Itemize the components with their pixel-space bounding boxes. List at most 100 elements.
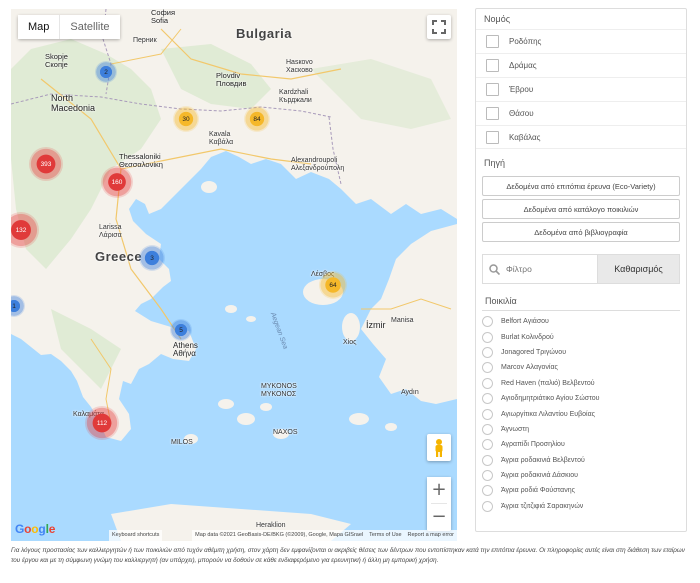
prefecture-checkbox-row[interactable]: Ροδόπης (476, 29, 686, 53)
marker-cluster[interactable]: 2 (95, 61, 117, 83)
city-label-sofia: София Sofia (151, 9, 176, 25)
variety-label: Άγνωστη (501, 425, 529, 433)
variety-radio-row[interactable]: Άγρια ροδιά Φούστανης (482, 483, 680, 498)
variety-radio-row[interactable]: Άγρια ροδακινιά Βελβεντού (482, 453, 680, 468)
variety-list: Belfort Αγιάσου Burlat Κολινδρού Jonagor… (482, 314, 680, 514)
variety-radio-row[interactable]: Red Haven (παλιό) Βελβεντού (482, 376, 680, 391)
marker-cluster[interactable]: 3 (139, 245, 165, 271)
search-icon (489, 263, 500, 275)
radio-button[interactable] (482, 362, 493, 374)
city-label-kavala: Kavala Καβάλα (209, 131, 234, 146)
city-label-kardzhali: Kardzhali Кърджали (279, 89, 312, 104)
city-label-heraklion: Heraklion (256, 522, 286, 529)
city-label-manisa: Manisa (391, 317, 414, 324)
checkbox-label: Καβάλας (509, 132, 541, 142)
country-label-greece: Greece (95, 249, 143, 264)
marker-cluster[interactable]: 5 (170, 319, 192, 341)
street-view-pegman-button[interactable] (427, 434, 451, 461)
variety-radio-row[interactable]: Marcov Αλαγονίας (482, 360, 680, 375)
radio-button[interactable] (482, 423, 493, 435)
marker-cluster[interactable]: 30 (173, 106, 199, 132)
variety-radio-row[interactable]: Jonagored Τριγώνου (482, 345, 680, 360)
map-canvas[interactable]: Bulgaria Greece Aegean Sea София Sofia S… (11, 9, 457, 541)
marker-cluster[interactable]: 393 (29, 147, 63, 181)
radio-button[interactable] (482, 331, 493, 343)
island-label-milos: MILOS (171, 439, 193, 446)
variety-label: Red Haven (παλιό) Βελβεντού (501, 379, 595, 387)
checkbox[interactable] (486, 59, 499, 72)
map-type-map-button[interactable]: Map (18, 15, 60, 39)
radio-button[interactable] (482, 500, 493, 512)
checkbox-label: Ροδόπης (509, 37, 542, 46)
variety-radio-row[interactable]: Άγνωστη (482, 422, 680, 437)
checkbox[interactable] (486, 107, 499, 120)
radio-button[interactable] (482, 393, 493, 405)
radio-button[interactable] (482, 454, 493, 466)
zoom-control: + − (427, 477, 451, 531)
source-field-survey-button[interactable]: Δεδομένα από επιτόπια έρευνα (Eco-Variet… (482, 176, 680, 196)
city-label-aydin: Aydın (401, 389, 419, 396)
variety-label: Jonagored Τριγώνου (501, 348, 567, 356)
zoom-out-button[interactable]: − (427, 504, 451, 530)
variety-label: Belfort Αγιάσου (501, 318, 549, 326)
variety-radio-row[interactable]: Burlat Κολινδρού (482, 329, 680, 344)
marker-cluster[interactable]: 64 (319, 271, 347, 299)
city-label-haskovo: Hasкovo Хасково (286, 59, 313, 74)
city-label-skopje: Skopje Скопје (45, 52, 68, 69)
radio-button[interactable] (482, 470, 493, 482)
variety-label: Αγιωργίτικα Λιλαντίου Ευβοίας (501, 410, 595, 418)
terms-of-use-link[interactable]: Terms of Use (369, 530, 401, 541)
map-data-attribution: Map data ©2021 GeoBasis-DE/BKG (©2009), … (195, 532, 364, 538)
map-base-layer (11, 9, 457, 541)
filter-input[interactable] (506, 264, 596, 274)
variety-radio-row[interactable]: Αγραπίδι Προσηλίου (482, 437, 680, 452)
variety-radio-row[interactable]: Άγρια τζιτζιφιά Σαρακηνών (482, 499, 680, 514)
city-label-larissa: Larissa Λάρισα (99, 224, 122, 239)
marker-cluster[interactable]: 112 (85, 406, 119, 440)
city-label-thessaloniki: Thessaloniki Θεσσαλονίκη (119, 152, 163, 169)
radio-button[interactable] (482, 439, 493, 451)
radio-button[interactable] (482, 408, 493, 420)
radio-button[interactable] (482, 316, 493, 328)
radio-button[interactable] (482, 377, 493, 389)
variety-radio-row[interactable]: Αγιωργίτικα Λιλαντίου Ευβοίας (482, 406, 680, 421)
variety-radio-row[interactable]: Belfort Αγιάσου (482, 314, 680, 329)
variety-radio-row[interactable]: Αγιοδημητριάτικο Αγίου Σώστου (482, 391, 680, 406)
map-attribution: Map data ©2021 GeoBasis-DE/BKG (©2009), … (192, 530, 457, 541)
checkbox[interactable] (486, 130, 499, 144)
country-label-bulgaria: Bulgaria (236, 26, 293, 41)
radio-button[interactable] (482, 485, 493, 497)
map-type-satellite-button[interactable]: Satellite (60, 15, 120, 39)
checkbox[interactable] (486, 83, 499, 96)
report-map-error-link[interactable]: Report a map error (408, 530, 454, 541)
prefecture-checkbox-row[interactable]: Έβρου (476, 77, 686, 101)
prefecture-checkbox-row[interactable]: Θάσου (476, 101, 686, 125)
variety-label: Άγρια τζιτζιφιά Σαρακηνών (501, 502, 584, 510)
variety-label: Άγρια ροδακινιά Βελβεντού (501, 456, 585, 464)
radio-button[interactable] (482, 346, 493, 358)
variety-radio-row[interactable]: Άγρια ροδακινιά Δάσκιου (482, 468, 680, 483)
variety-label: Άγρια ροδακινιά Δάσκιου (501, 472, 578, 480)
region-label-north-macedonia: North Macedonia (51, 93, 96, 113)
city-label-pernik: Перник (133, 37, 157, 44)
fullscreen-button[interactable] (427, 15, 451, 39)
google-logo[interactable]: Google (15, 522, 57, 539)
clear-filter-button[interactable]: Καθαρισμός (597, 254, 680, 284)
pegman-icon (435, 438, 443, 457)
source-catalogue-button[interactable]: Δεδομένα από κατάλογο ποικιλιών (482, 199, 680, 219)
keyboard-shortcuts-link[interactable]: Keyboard shortcuts (109, 530, 163, 541)
marker-cluster[interactable]: 160 (101, 166, 133, 198)
source-bibliography-button[interactable]: Δεδομένα από βιβλιογραφία (482, 222, 680, 242)
filter-field[interactable] (482, 254, 597, 284)
variety-section-title: Ποικιλία (482, 296, 680, 311)
google-logo-mark: Google (15, 522, 56, 536)
filter-bar: Καθαρισμός (482, 254, 680, 284)
island-label-mykonos: MYKONOS ΜΥΚΟΝΟΣ (261, 383, 297, 398)
marker-cluster[interactable]: 84 (244, 106, 270, 132)
city-label-athens: Athens Αθήνα (173, 341, 198, 358)
checkbox[interactable] (486, 35, 499, 48)
source-section-title: Πηγή (484, 158, 506, 168)
prefecture-checkbox-row[interactable]: Δράμας (476, 53, 686, 77)
zoom-in-button[interactable]: + (427, 477, 451, 503)
prefecture-checkbox-row[interactable]: Καβάλας (476, 125, 686, 149)
